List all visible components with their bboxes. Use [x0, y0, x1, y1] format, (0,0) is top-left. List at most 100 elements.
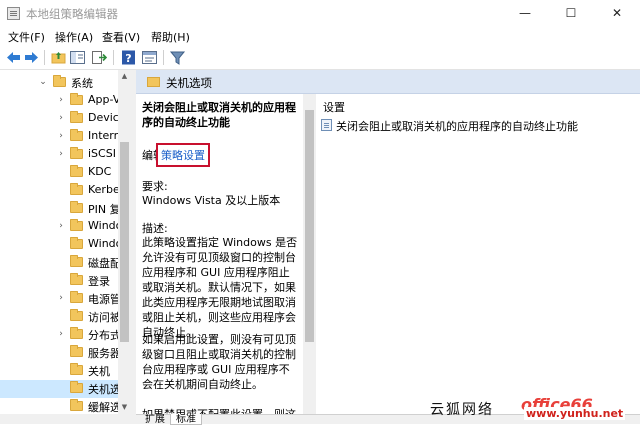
- menu-action[interactable]: 操作(A): [55, 29, 93, 45]
- tree-item[interactable]: › iSCSI: [0, 146, 118, 164]
- toolbar-separator: [163, 50, 164, 65]
- chevron-right-icon[interactable]: ›: [56, 221, 66, 231]
- svg-text:?: ?: [125, 52, 131, 65]
- chevron-right-icon[interactable]: ›: [56, 131, 66, 141]
- settings-column-header[interactable]: 设置: [323, 99, 345, 115]
- folder-icon: [70, 309, 83, 321]
- chevron-right-icon[interactable]: ›: [56, 95, 66, 105]
- tree-item[interactable]: 登录: [0, 272, 118, 290]
- chevron-right-icon[interactable]: ›: [56, 329, 66, 339]
- tree-item[interactable]: 服务器: [0, 344, 121, 362]
- tree-item[interactable]: › Intern: [0, 128, 121, 146]
- forward-icon[interactable]: [23, 49, 40, 66]
- tree-item-label: PIN 复: [88, 203, 121, 216]
- menu-bar: 文件(F) 操作(A) 查看(V) 帮助(H): [0, 27, 640, 46]
- folder-icon: [70, 201, 83, 213]
- tree-item-label: 服务器: [88, 347, 121, 360]
- tree-item[interactable]: PIN 复: [0, 200, 121, 218]
- watermark-site-name: 云狐网络: [430, 402, 494, 418]
- folder-icon: [70, 183, 83, 195]
- description-scroll-thumb[interactable]: [305, 110, 314, 342]
- description-more: 如果禁用或不配置此设置，则这些: [142, 406, 300, 414]
- folder-icon: [70, 327, 83, 339]
- menu-view[interactable]: 查看(V): [102, 29, 140, 45]
- description-pane: 关闭会阻止或取消关机的应用程序的自动终止功能 编辑 策略设置 要求: Windo…: [136, 94, 303, 414]
- tree-item[interactable]: 磁盘配: [0, 254, 121, 272]
- description-heading: 描述:: [142, 222, 168, 235]
- menu-help[interactable]: 帮助(H): [151, 29, 190, 45]
- tab-extended[interactable]: 扩展: [140, 414, 170, 425]
- requirements-value: Windows Vista 及以上版本: [142, 194, 281, 207]
- right-pane-title: 关机选项: [166, 76, 212, 90]
- tree-item-label: 电源管: [88, 293, 121, 306]
- edit-policy-link[interactable]: 策略设置: [156, 143, 210, 167]
- tree-item-label: iSCSI: [88, 147, 116, 160]
- policy-setting-icon: [321, 119, 332, 131]
- description-body: 此策略设置指定 Windows 是否允许没有可见顶级窗口的控制台应用程序和 GU…: [142, 236, 298, 339]
- tree-item[interactable]: › Windo: [0, 218, 122, 236]
- toolbar-separator: [113, 50, 114, 65]
- tree-item[interactable]: 关机: [0, 362, 118, 380]
- tree-item-label: Intern: [88, 129, 121, 142]
- tree-item[interactable]: 关机选: [0, 380, 121, 398]
- up-folder-icon[interactable]: [50, 49, 67, 66]
- chevron-right-icon[interactable]: ›: [56, 293, 66, 303]
- tree-item-label: 关机选: [88, 383, 121, 396]
- scroll-down-icon[interactable]: ▼: [118, 401, 131, 414]
- folder-icon: [147, 77, 160, 87]
- show-hide-tree-icon[interactable]: [69, 49, 86, 66]
- folder-icon: [70, 255, 83, 267]
- folder-icon: [70, 381, 83, 393]
- tree-item-label: App-V: [88, 93, 121, 106]
- close-button[interactable]: ✕: [594, 0, 640, 27]
- chevron-right-icon[interactable]: ›: [56, 113, 66, 123]
- chevron-right-icon[interactable]: ›: [56, 149, 66, 159]
- tree-item-label: Kerbe: [88, 183, 120, 196]
- scroll-up-icon[interactable]: ▲: [118, 70, 131, 83]
- tree-item-label: 系统: [71, 77, 93, 90]
- filter-icon[interactable]: [169, 49, 186, 66]
- policy-title: 关闭会阻止或取消关机的应用程序的自动终止功能: [142, 101, 296, 129]
- title-bar: 本地组策略编辑器 — ☐ ✕: [0, 0, 640, 27]
- folder-icon: [70, 129, 83, 141]
- tab-standard[interactable]: 标准: [170, 414, 202, 425]
- tree-scrollbar[interactable]: ▲ ▼: [118, 70, 131, 414]
- watermark: 云狐网络 office66 www.yunhu.net: [430, 395, 640, 424]
- menu-file[interactable]: 文件(F): [8, 29, 45, 45]
- setting-row-label: 关闭会阻止或取消关机的应用程序的自动终止功能: [336, 120, 578, 133]
- minimize-button[interactable]: —: [502, 0, 548, 27]
- help-icon[interactable]: ?: [120, 49, 137, 66]
- toolbar: ?: [0, 46, 640, 70]
- watermark-url: www.yunhu.net: [524, 407, 626, 420]
- folder-icon: [70, 147, 83, 159]
- properties-icon[interactable]: [141, 49, 158, 66]
- tree-item-system[interactable]: ⌄ 系统: [0, 74, 118, 92]
- tree-item[interactable]: › App-V: [0, 92, 121, 110]
- back-icon[interactable]: [5, 49, 22, 66]
- maximize-button[interactable]: ☐: [548, 0, 594, 27]
- setting-row[interactable]: 关闭会阻止或取消关机的应用程序的自动终止功能: [321, 117, 621, 133]
- folder-icon: [70, 93, 83, 105]
- tree-item-label: 缓解选: [88, 401, 121, 414]
- navigation-tree: ⌄ 系统 › App-V › Device › Intern › iSCSI KDC Kerbe P…: [0, 70, 131, 414]
- window-title: 本地组策略编辑器: [26, 7, 118, 21]
- chevron-down-icon[interactable]: ⌄: [38, 77, 48, 87]
- folder-icon: [70, 345, 83, 357]
- folder-icon: [70, 399, 83, 411]
- tree-item[interactable]: 访问被: [0, 308, 121, 326]
- export-icon[interactable]: [90, 49, 107, 66]
- folder-icon: [53, 75, 66, 87]
- tree-item[interactable]: KDC: [0, 164, 118, 182]
- tree-item[interactable]: › 分布式: [0, 326, 121, 344]
- tree-item-label: 登录: [88, 275, 110, 288]
- tree-item-label: KDC: [88, 165, 112, 178]
- tree-scroll-thumb[interactable]: [120, 142, 129, 342]
- folder-icon: [70, 237, 83, 249]
- tree-item[interactable]: Windo: [0, 236, 122, 254]
- tree-item[interactable]: Kerbe: [0, 182, 120, 200]
- description-scrollbar[interactable]: [303, 94, 316, 414]
- tree-item[interactable]: › 电源管: [0, 290, 121, 308]
- tree-item[interactable]: 缓解选: [0, 398, 121, 414]
- tree-item[interactable]: › Device: [0, 110, 126, 128]
- tree-footer: [0, 414, 136, 424]
